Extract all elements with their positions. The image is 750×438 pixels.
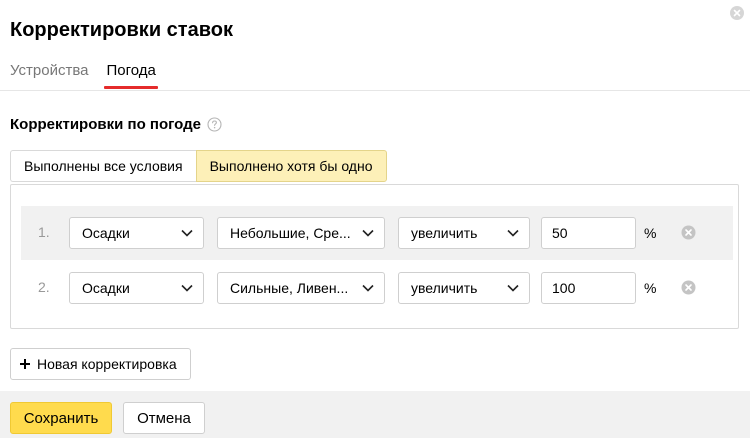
add-adjustment-button[interactable]: Новая корректировка xyxy=(10,348,191,380)
save-button[interactable]: Сохранить xyxy=(10,402,112,434)
remove-rule-icon[interactable] xyxy=(681,225,696,240)
condition-select-value: Осадки xyxy=(82,280,130,296)
mode-any-condition-button[interactable]: Выполнено хотя бы одно xyxy=(195,150,387,182)
cancel-button[interactable]: Отмена xyxy=(123,402,205,434)
rule-row: 2. Осадки Сильные, Ливен... увеличить 10… xyxy=(21,261,733,315)
rule-number: 2. xyxy=(38,279,50,295)
dialog-footer: Сохранить Отмена xyxy=(0,391,750,438)
chevron-down-icon xyxy=(507,229,519,237)
percent-label: % xyxy=(644,225,657,241)
amount-input[interactable]: 100 xyxy=(541,272,636,304)
direction-select-value: увеличить xyxy=(411,280,478,296)
condition-select-value: Осадки xyxy=(82,225,130,241)
tab-weather[interactable]: Погода xyxy=(104,62,159,89)
remove-rule-icon[interactable] xyxy=(681,280,696,295)
mode-all-conditions-button[interactable]: Выполнены все условия xyxy=(10,150,196,182)
direction-select[interactable]: увеличить xyxy=(398,217,530,249)
value-select-value: Небольшие, Сре... xyxy=(230,225,351,241)
tabs-divider xyxy=(0,90,750,91)
amount-input[interactable]: 50 xyxy=(541,217,636,249)
value-select[interactable]: Небольшие, Сре... xyxy=(217,217,385,249)
bid-adjustments-dialog: Корректировки ставок Устройства Погода К… xyxy=(0,0,750,438)
chevron-down-icon xyxy=(362,229,374,237)
rule-row: 1. Осадки Небольшие, Сре... увеличить 50… xyxy=(21,206,733,260)
question-circle-icon[interactable] xyxy=(207,117,222,132)
value-select-value: Сильные, Ливен... xyxy=(230,280,349,296)
close-button[interactable] xyxy=(730,6,744,20)
tab-devices[interactable]: Устройства xyxy=(10,62,88,89)
direction-select-value: увеличить xyxy=(411,225,478,241)
chevron-down-icon xyxy=(362,284,374,292)
rule-number: 1. xyxy=(38,224,50,240)
section-title: Корректировки по погоде xyxy=(10,116,222,133)
close-icon xyxy=(730,6,744,20)
condition-mode-switch: Выполнены все условия Выполнено хотя бы … xyxy=(10,150,387,182)
direction-select[interactable]: увеличить xyxy=(398,272,530,304)
condition-select[interactable]: Осадки xyxy=(69,272,204,304)
add-adjustment-label: Новая корректировка xyxy=(37,356,177,372)
chevron-down-icon xyxy=(181,284,193,292)
chevron-down-icon xyxy=(181,229,193,237)
section-title-text: Корректировки по погоде xyxy=(10,116,201,133)
rules-box: 1. Осадки Небольшие, Сре... увеличить 50… xyxy=(10,184,739,329)
dialog-title: Корректировки ставок xyxy=(10,19,233,41)
value-select[interactable]: Сильные, Ливен... xyxy=(217,272,385,304)
condition-select[interactable]: Осадки xyxy=(69,217,204,249)
percent-label: % xyxy=(644,280,657,296)
tabs: Устройства Погода xyxy=(10,62,159,89)
plus-icon xyxy=(20,359,30,369)
chevron-down-icon xyxy=(507,284,519,292)
